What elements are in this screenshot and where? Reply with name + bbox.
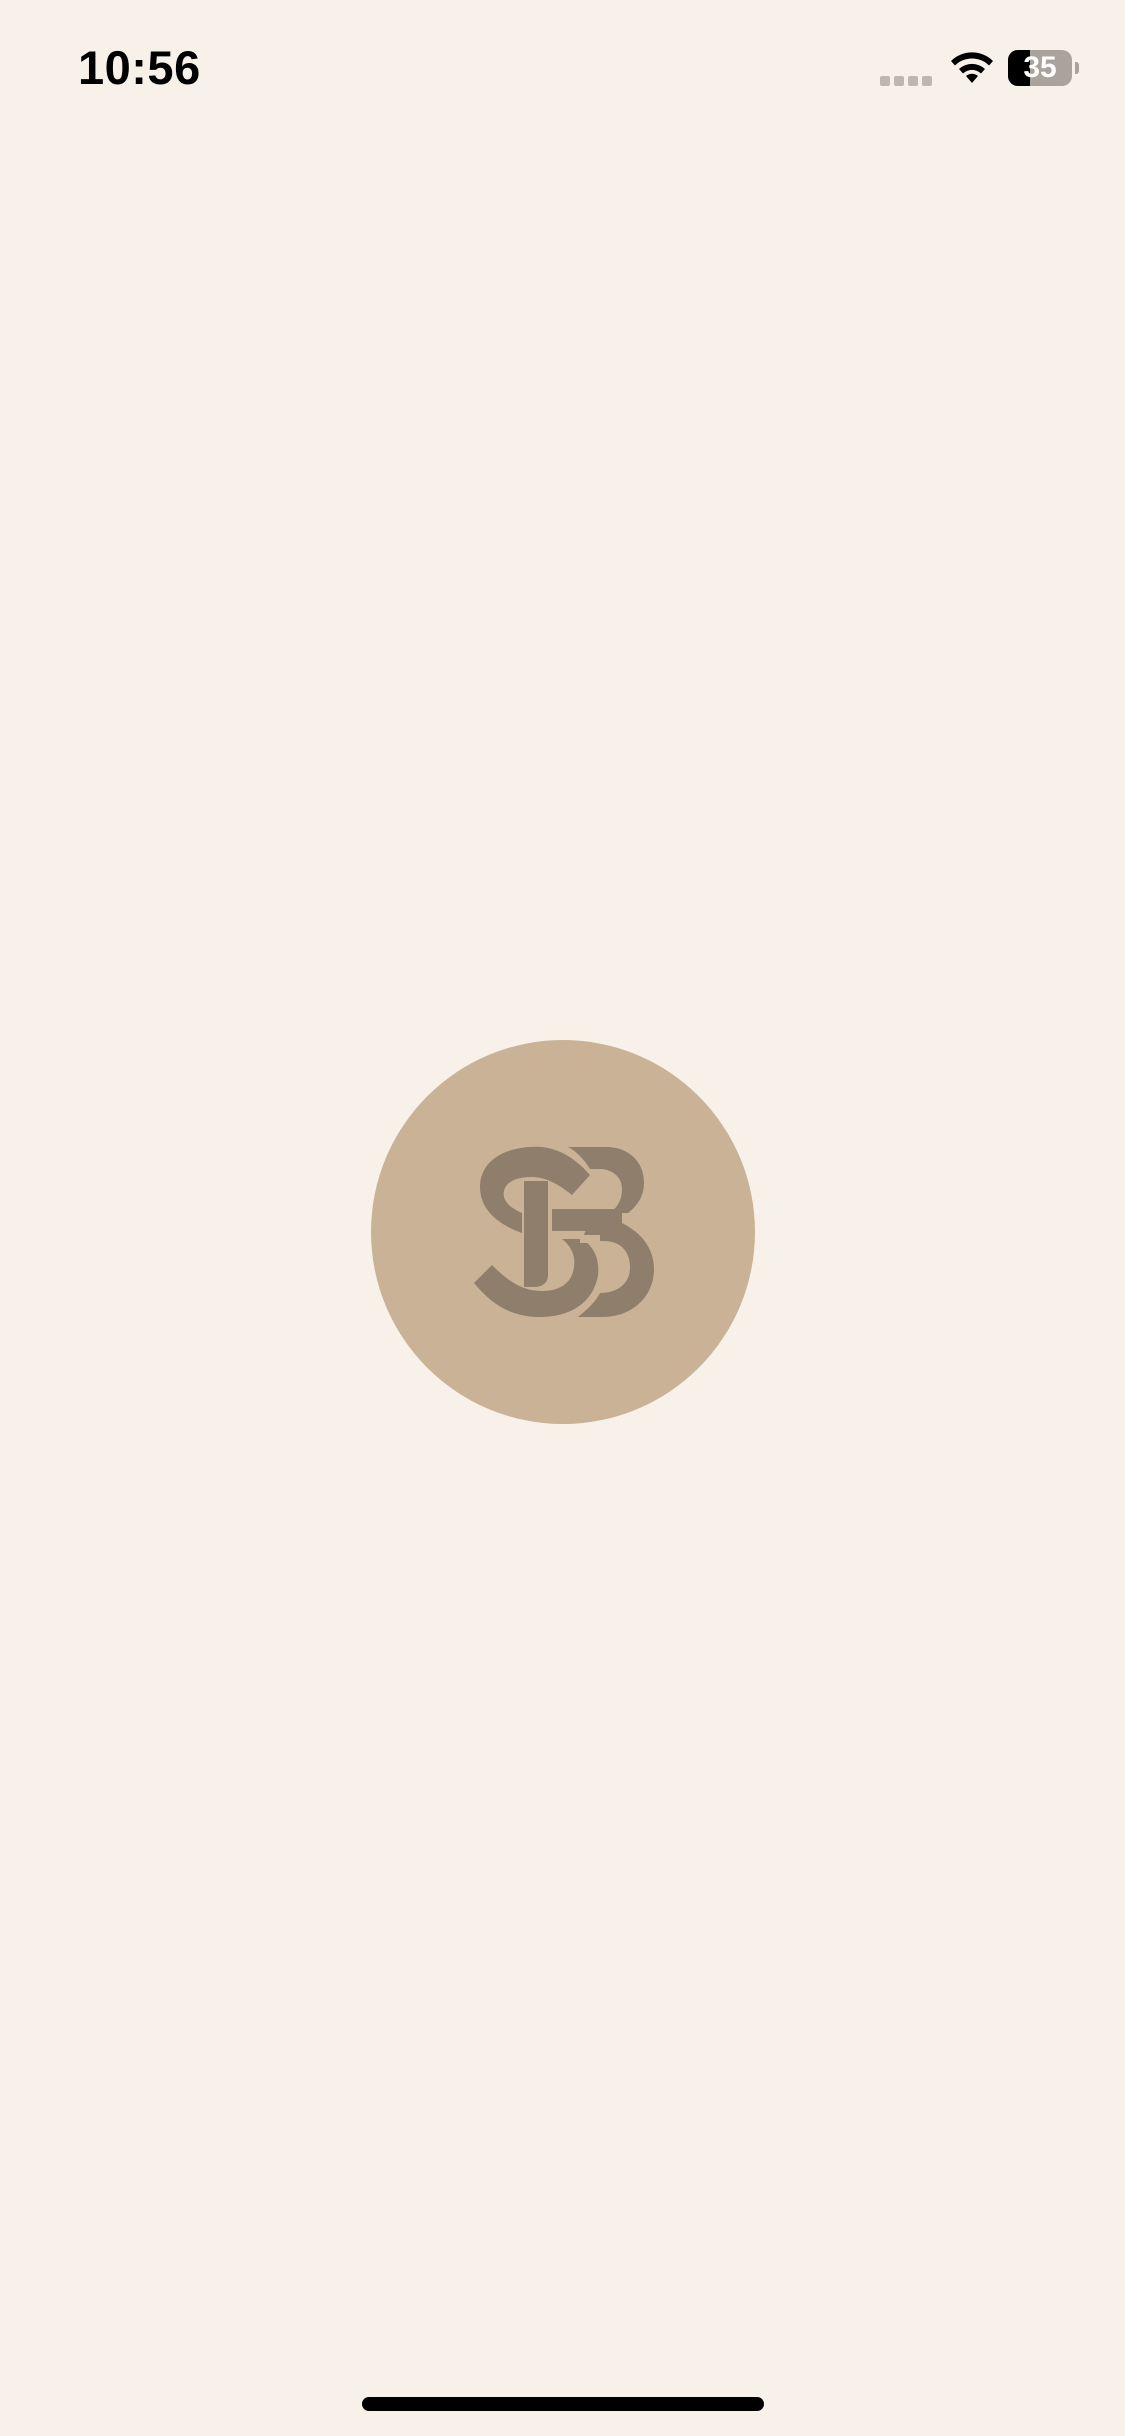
battery-tip: [1075, 62, 1079, 74]
sb-monogram-logo: [474, 1146, 654, 1317]
splash-screen: 10:56 35: [0, 0, 1125, 2436]
home-indicator[interactable]: [362, 2397, 764, 2411]
wifi-icon: [951, 52, 993, 83]
status-time: 10:56: [78, 41, 201, 94]
battery-percentage: 35: [1023, 51, 1057, 84]
battery-icon: 35: [1008, 50, 1079, 86]
cellular-signal-icon: [880, 76, 932, 86]
battery-body: 35: [1008, 50, 1072, 86]
status-bar: 10:56 35: [0, 0, 1125, 140]
